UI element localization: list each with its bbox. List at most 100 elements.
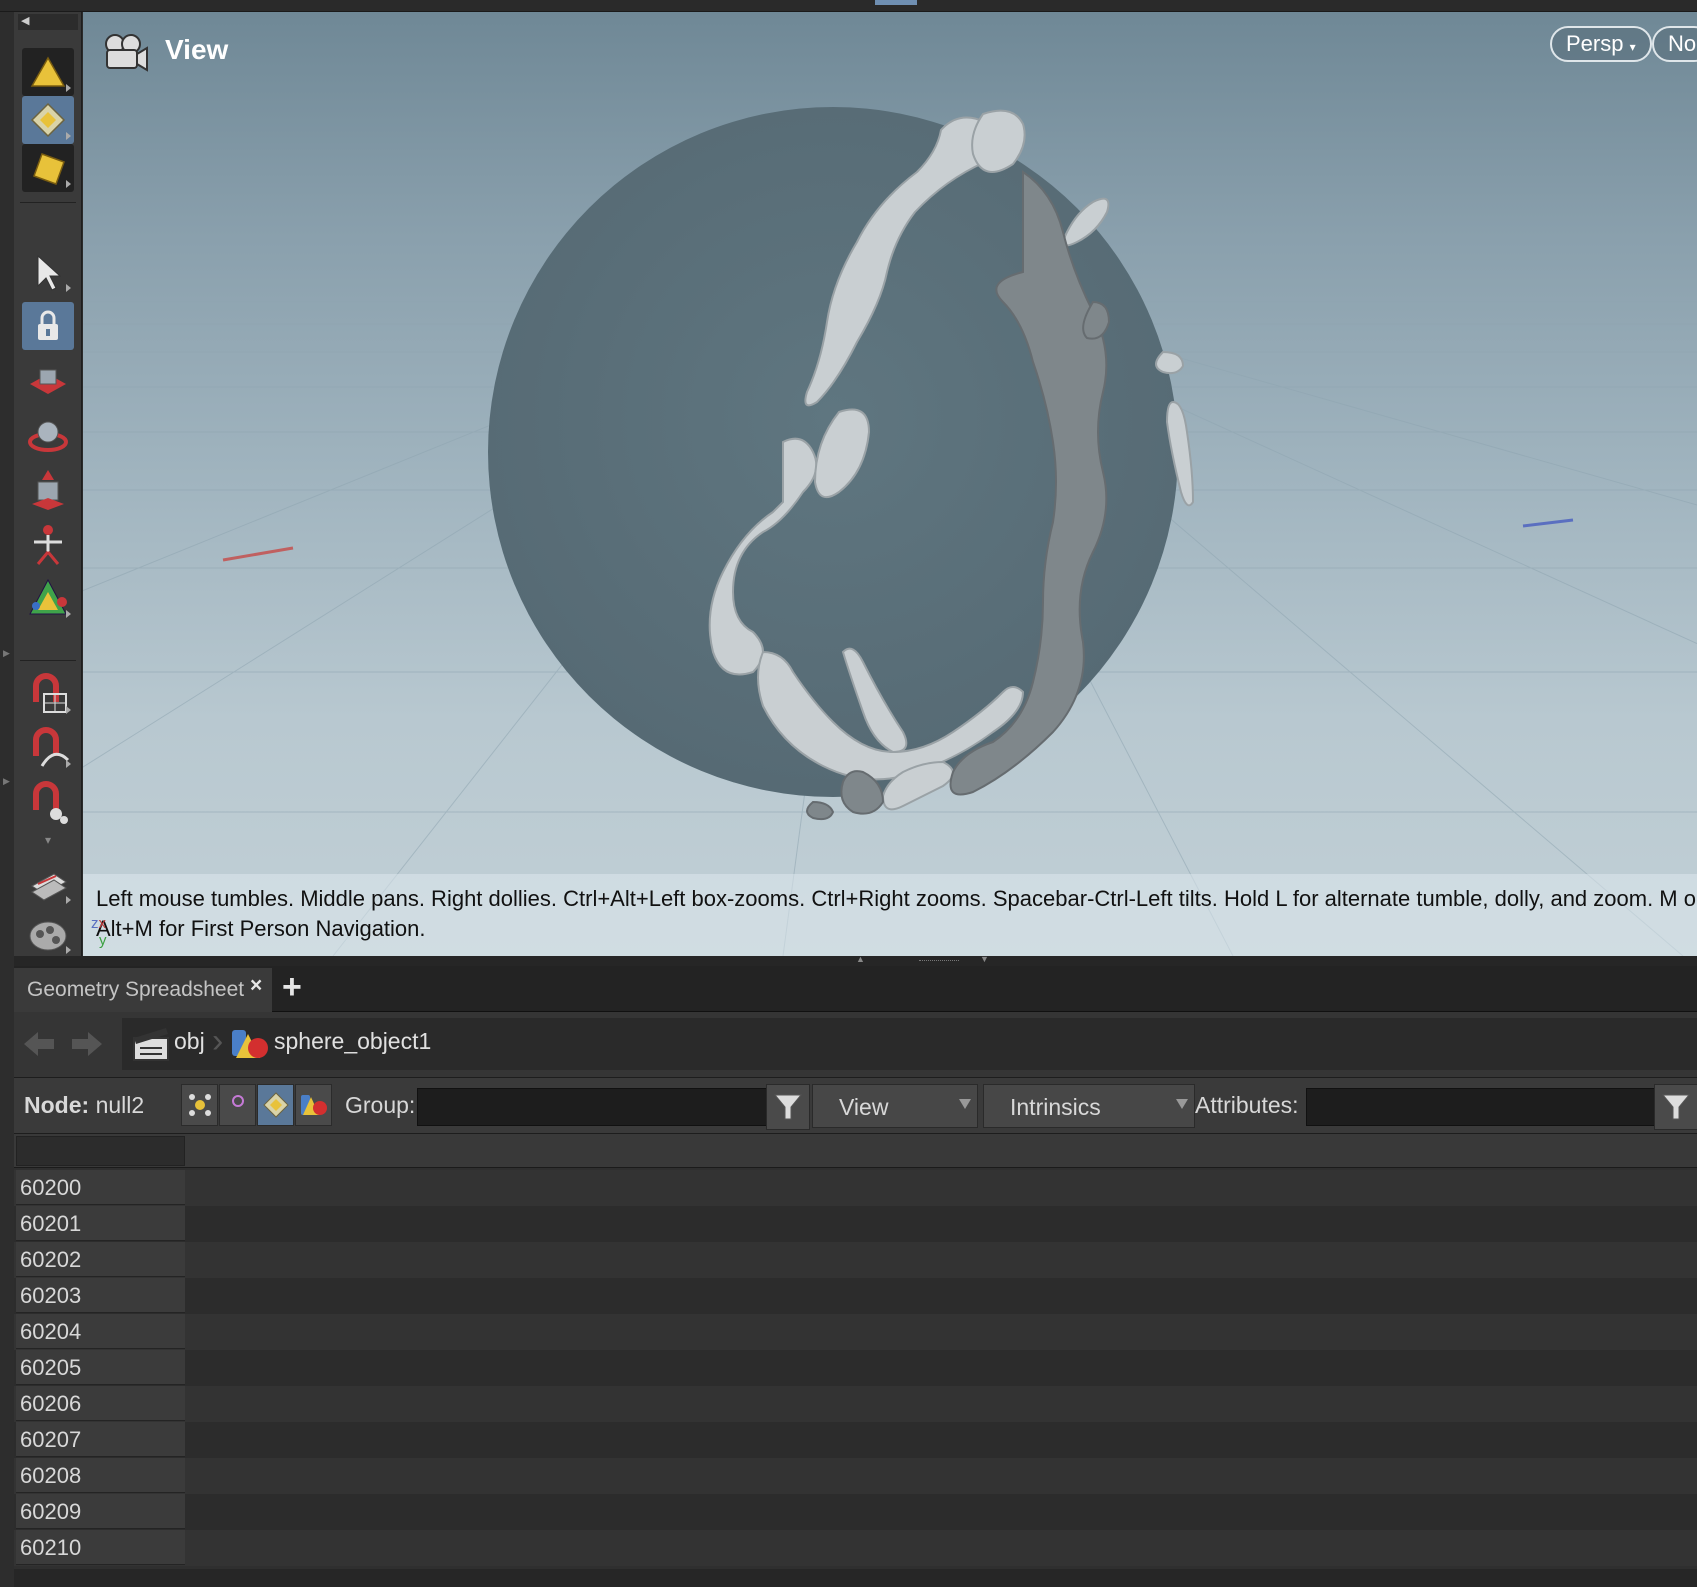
bottom-scroll-strip[interactable]	[14, 1569, 1697, 1587]
geometry-mode-icon[interactable]	[22, 96, 74, 144]
left-edge-bar: ▶ ▶	[0, 12, 14, 1587]
display-options-icon[interactable]	[22, 910, 74, 958]
detail-mode-icon[interactable]	[295, 1084, 332, 1126]
breadcrumb-obj[interactable]: obj	[174, 1028, 205, 1055]
expand-arrow-icon[interactable]: ▶	[3, 648, 10, 659]
snap-curve-icon[interactable]	[22, 724, 74, 772]
breadcrumb: obj › sphere_object1	[122, 1018, 1697, 1070]
display-menu[interactable]: No	[1652, 26, 1697, 62]
pane-tab-bar: Geometry Spreadsheet × +	[14, 966, 1697, 1012]
breadcrumb-node[interactable]: sphere_object1	[274, 1028, 431, 1055]
handle-icon[interactable]	[22, 574, 74, 622]
group-field[interactable]	[417, 1088, 777, 1126]
axis-z-label: z	[91, 915, 99, 932]
table-row[interactable]: 60207	[14, 1422, 1697, 1458]
rotate-icon[interactable]	[22, 412, 74, 460]
view-menu[interactable]: View	[812, 1084, 978, 1128]
row-index-label[interactable]: 60204	[16, 1314, 185, 1349]
navigation-hint: Left mouse tumbles. Middle pans. Right d…	[83, 874, 1697, 956]
attributes-label: Attributes:	[1195, 1092, 1299, 1118]
snap-grid-icon[interactable]	[22, 670, 74, 718]
intrinsics-menu-label: Intrinsics	[1010, 1094, 1101, 1120]
axis-x-label: x	[98, 915, 107, 932]
expand-up-icon[interactable]: ▲	[856, 954, 865, 964]
row-index-label[interactable]: 60200	[16, 1170, 185, 1205]
toolbar-separator	[20, 660, 76, 661]
group-label: Group:	[345, 1092, 416, 1118]
expand-down-icon[interactable]: ▼	[980, 954, 989, 964]
table-row[interactable]: 60201	[14, 1206, 1697, 1242]
table-corner-cell[interactable]	[16, 1136, 185, 1166]
select-arrow-icon[interactable]	[22, 248, 74, 296]
node-value: null2	[95, 1092, 145, 1118]
table-row[interactable]: 60206	[14, 1386, 1697, 1422]
row-index-label[interactable]: 60205	[16, 1350, 185, 1385]
snap-point-icon[interactable]	[22, 778, 74, 826]
dynamics-mode-icon[interactable]	[22, 144, 74, 192]
spreadsheet-filter-bar: Node: null2 Group: View Intrinsics Attri…	[14, 1078, 1697, 1134]
splitter-grip[interactable]	[919, 960, 959, 962]
camera-menu-label: Persp	[1566, 31, 1624, 56]
row-index-label[interactable]: 60207	[16, 1422, 185, 1457]
object-mode-icon[interactable]	[22, 48, 74, 96]
pane-splitter[interactable]: ▲ ▼	[14, 954, 1697, 966]
viewport-title: View	[165, 34, 229, 65]
path-bar: obj › sphere_object1	[14, 1012, 1697, 1078]
scale-icon[interactable]	[22, 466, 74, 514]
expand-arrow-icon[interactable]: ▶	[3, 776, 10, 787]
toolbar-separator	[20, 202, 76, 203]
scene-canvas[interactable]	[83, 12, 1697, 956]
row-index-label[interactable]: 60206	[16, 1386, 185, 1421]
table-row[interactable]: 60209	[14, 1494, 1697, 1530]
add-tab-button[interactable]: +	[282, 968, 302, 1007]
table-row[interactable]: 60204	[14, 1314, 1697, 1350]
render-icon[interactable]	[22, 860, 74, 908]
back-arrow-icon[interactable]	[20, 1026, 58, 1062]
toolbar-collapse-button[interactable]: ◀	[18, 14, 78, 30]
viewer-toolbar: ◀ ▾	[14, 12, 82, 956]
geometry-spreadsheet-table: 60200 60201 60202 60203 60204 60205 60206 60207…	[14, 1134, 1697, 1569]
move-icon[interactable]	[22, 358, 74, 406]
attributes-field[interactable]	[1306, 1088, 1666, 1126]
tab-geometry-spreadsheet[interactable]: Geometry Spreadsheet	[14, 968, 272, 1012]
table-row[interactable]: 60205	[14, 1350, 1697, 1386]
table-row[interactable]: 60210	[14, 1530, 1697, 1566]
geometry-object-icon[interactable]	[230, 1024, 270, 1064]
x-axis-marker	[222, 546, 294, 562]
camera-menu[interactable]: Persp ▾	[1550, 26, 1652, 62]
table-row[interactable]: 60208	[14, 1458, 1697, 1494]
chevron-down-icon	[1176, 1099, 1188, 1109]
more-tools-chevron-icon[interactable]: ▾	[22, 830, 74, 850]
row-index-label[interactable]: 60202	[16, 1242, 185, 1277]
top-strip	[0, 0, 1697, 12]
chevron-down-icon: ▾	[1629, 40, 1636, 54]
attributes-filter-icon[interactable]	[1654, 1084, 1697, 1130]
forward-arrow-icon[interactable]	[68, 1026, 106, 1062]
intrinsics-menu[interactable]: Intrinsics	[983, 1084, 1195, 1128]
table-header	[14, 1134, 1697, 1168]
row-index-label[interactable]: 60203	[16, 1278, 185, 1313]
hint-line-2: Alt+M for First Person Navigation.	[96, 916, 426, 941]
row-index-label[interactable]: 60201	[16, 1206, 185, 1241]
points-mode-icon[interactable]	[181, 1084, 218, 1126]
chevron-down-icon	[959, 1099, 971, 1109]
row-index-label[interactable]: 60209	[16, 1494, 185, 1529]
vertices-mode-icon[interactable]	[219, 1084, 256, 1126]
pose-icon[interactable]	[22, 520, 74, 568]
scene-viewport[interactable]: View Persp ▾ No Left mouse tumbles. Midd…	[83, 12, 1697, 956]
axis-gnomon: zx y	[91, 915, 107, 949]
axis-y-label: y	[99, 932, 107, 949]
table-row[interactable]: 60200	[14, 1170, 1697, 1206]
breadcrumb-separator-icon: ›	[212, 1022, 224, 1060]
lock-icon[interactable]	[22, 302, 74, 350]
obj-network-icon[interactable]	[132, 1024, 170, 1064]
table-row[interactable]: 60203	[14, 1278, 1697, 1314]
primitives-mode-icon[interactable]	[257, 1084, 294, 1126]
close-icon[interactable]: ×	[250, 974, 262, 998]
row-index-label[interactable]: 60210	[16, 1530, 185, 1565]
table-row[interactable]: 60202	[14, 1242, 1697, 1278]
row-index-label[interactable]: 60208	[16, 1458, 185, 1493]
node-label: Node: null2	[24, 1092, 145, 1118]
group-filter-icon[interactable]	[766, 1084, 810, 1130]
z-axis-marker	[1522, 518, 1574, 528]
